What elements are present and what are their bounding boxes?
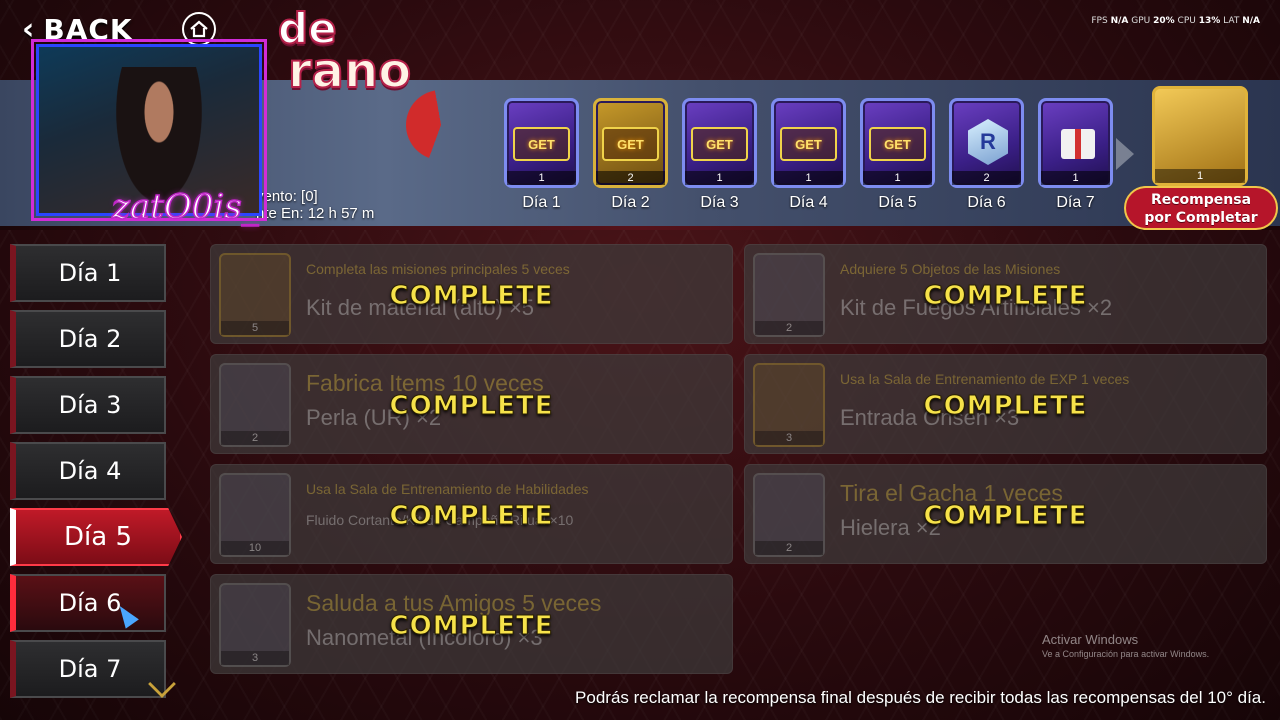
event-info: vento: [0] nte En: 12 h 57 m bbox=[256, 188, 375, 222]
tab-label: Día 1 bbox=[58, 259, 122, 287]
day-reward-1[interactable]: GET 1 Día 1 bbox=[504, 98, 579, 212]
tab-day-5[interactable]: Día 5 bbox=[10, 508, 182, 566]
complete-stamp: COMPLETE bbox=[389, 281, 554, 312]
day-tabs: Día 1 Día 2 Día 3 Día 4 Día 5 Día 6 Día 7 bbox=[10, 244, 190, 706]
tab-label: Día 4 bbox=[58, 457, 122, 485]
footer-note: Podrás reclamar la recompensa final desp… bbox=[575, 688, 1266, 707]
reward-qty: 2 bbox=[952, 171, 1021, 185]
complete-stamp: COMPLETE bbox=[923, 501, 1088, 532]
perf-overlay: FPS N/A GPU 20% CPU 13% LAT N/A bbox=[1091, 16, 1260, 26]
mission-card[interactable]: 5 Completa las misiones principales 5 ve… bbox=[210, 244, 733, 344]
reward-day-label: Día 7 bbox=[1056, 194, 1095, 211]
tab-label: Día 6 bbox=[58, 589, 122, 617]
back-label: BACK bbox=[43, 12, 133, 46]
get-badge: GET bbox=[869, 127, 926, 161]
reward-day-label: Día 4 bbox=[789, 194, 828, 211]
tab-day-4[interactable]: Día 4 bbox=[10, 442, 166, 500]
mission-reward-qty: 10 bbox=[221, 541, 289, 555]
back-button[interactable]: ‹ BACK bbox=[22, 10, 133, 48]
reward-card: GET 2 bbox=[593, 98, 668, 188]
mission-task: Adquiere 5 Objetos de las Misiones bbox=[840, 261, 1061, 277]
day-reward-6[interactable]: R 2 Día 6 bbox=[949, 98, 1024, 212]
complete-stamp: COMPLETE bbox=[389, 501, 554, 532]
reward-card: GET 1 bbox=[682, 98, 757, 188]
mission-reward-qty: 2 bbox=[755, 541, 823, 555]
daily-rewards-strip: GET 1 Día 1 GET 2 Día 2 GET 1 Día 3 GET 1 D… bbox=[504, 98, 1113, 212]
streamer-name: zatO0is_ bbox=[111, 187, 259, 227]
reward-card: GET 1 bbox=[504, 98, 579, 188]
tab-label: Día 7 bbox=[58, 655, 122, 683]
complete-stamp: COMPLETE bbox=[389, 391, 554, 422]
reward-card: 1 bbox=[1038, 98, 1113, 188]
final-reward[interactable]: 1 Recompensa por Completar bbox=[1122, 86, 1280, 232]
tab-label: Día 3 bbox=[58, 391, 122, 419]
reward-qty: 1 bbox=[774, 171, 843, 185]
chevron-left-icon: ‹ bbox=[22, 11, 36, 47]
reward-day-label: Día 5 bbox=[878, 194, 917, 211]
day-reward-3[interactable]: GET 1 Día 3 bbox=[682, 98, 757, 212]
windows-activation-watermark: Activar Windows Ve a Configuración para … bbox=[1042, 632, 1210, 659]
tab-day-2[interactable]: Día 2 bbox=[10, 310, 166, 368]
mission-reward-qty: 2 bbox=[755, 321, 823, 335]
reward-card: GET 1 bbox=[860, 98, 935, 188]
day-reward-5[interactable]: GET 1 Día 5 bbox=[860, 98, 935, 212]
tab-day-6[interactable]: Día 6 bbox=[10, 574, 166, 632]
day-reward-2[interactable]: GET 2 Día 2 bbox=[593, 98, 668, 212]
get-badge: GET bbox=[513, 127, 570, 161]
mission-reward-qty: 3 bbox=[221, 651, 289, 665]
reward-qty: 1 bbox=[685, 171, 754, 185]
reward-day-label: Día 2 bbox=[611, 194, 650, 211]
reward-card: GET 1 bbox=[771, 98, 846, 188]
mission-card[interactable]: 3 Usa la Sala de Entrenamiento de EXP 1 … bbox=[744, 354, 1267, 454]
reward-day-label: Día 1 bbox=[522, 194, 561, 211]
rank-r-icon: R bbox=[968, 119, 1008, 165]
complete-stamp: COMPLETE bbox=[923, 281, 1088, 312]
complete-stamp: COMPLETE bbox=[389, 611, 554, 642]
mission-card[interactable]: 10 Usa la Sala de Entrenamiento de Habil… bbox=[210, 464, 733, 564]
mission-task: Usa la Sala de Entrenamiento de EXP 1 ve… bbox=[840, 371, 1130, 387]
tab-day-7[interactable]: Día 7 bbox=[10, 640, 166, 698]
reward-qty: 1 bbox=[507, 171, 576, 185]
reward-card: R 2 bbox=[949, 98, 1024, 188]
mission-task: Usa la Sala de Entrenamiento de Habilida… bbox=[306, 481, 589, 497]
event-title: de rano bbox=[277, 4, 412, 99]
get-badge: GET bbox=[780, 127, 837, 161]
tab-day-3[interactable]: Día 3 bbox=[10, 376, 166, 434]
mission-task: Completa las misiones principales 5 vece… bbox=[306, 261, 570, 277]
day-reward-7[interactable]: 1 Día 7 bbox=[1038, 98, 1113, 212]
mission-reward-qty: 3 bbox=[755, 431, 823, 445]
reward-qty: 1 bbox=[863, 171, 932, 185]
complete-stamp: COMPLETE bbox=[923, 391, 1088, 422]
final-reward-label: Recompensa por Completar bbox=[1124, 186, 1278, 230]
reward-day-label: Día 3 bbox=[700, 194, 739, 211]
mission-card[interactable]: 2 Fabrica Items 10 veces Perla (UR) ×2 C… bbox=[210, 354, 733, 454]
tab-label: Día 2 bbox=[58, 325, 122, 353]
mission-reward-qty: 2 bbox=[221, 431, 289, 445]
reward-qty: 1 bbox=[1041, 171, 1110, 185]
home-icon bbox=[190, 20, 208, 38]
reward-day-label: Día 6 bbox=[967, 194, 1006, 211]
mission-reward-qty: 5 bbox=[221, 321, 289, 335]
get-badge: GET bbox=[691, 127, 748, 161]
day-reward-4[interactable]: GET 1 Día 4 bbox=[771, 98, 846, 212]
tab-day-1[interactable]: Día 1 bbox=[10, 244, 166, 302]
home-button[interactable] bbox=[182, 12, 216, 46]
reward-qty: 2 bbox=[596, 171, 665, 185]
fan-decoration bbox=[406, 90, 476, 160]
get-badge: GET bbox=[602, 127, 659, 161]
mission-card[interactable]: 2 Tira el Gacha 1 veces Hielera ×2 COMPL… bbox=[744, 464, 1267, 564]
mission-card[interactable]: 3 Saluda a tus Amigos 5 veces Nanometal … bbox=[210, 574, 733, 674]
mission-card[interactable]: 2 Adquiere 5 Objetos de las Misiones Kit… bbox=[744, 244, 1267, 344]
tab-label: Día 5 bbox=[64, 522, 132, 552]
gift-box-icon bbox=[1061, 129, 1095, 159]
final-reward-card: 1 bbox=[1152, 86, 1248, 186]
